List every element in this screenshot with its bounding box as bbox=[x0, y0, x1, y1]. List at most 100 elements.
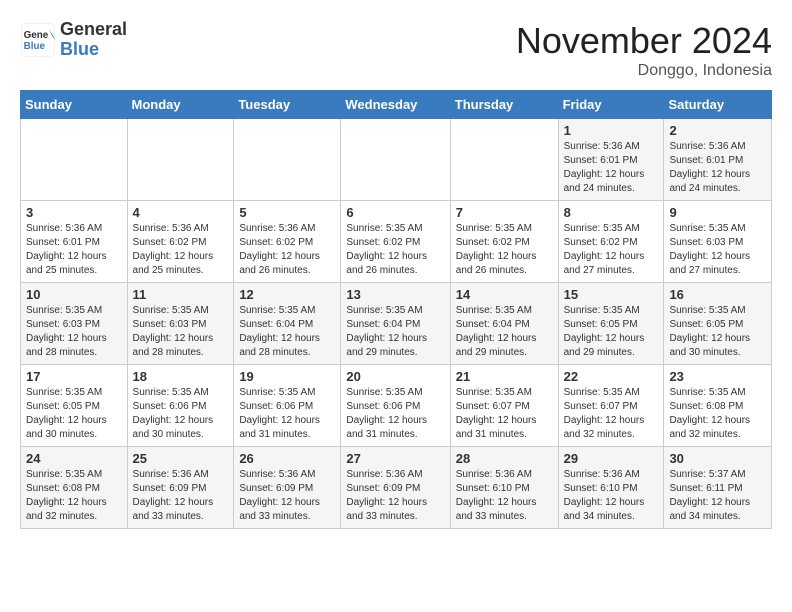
day-number: 6 bbox=[346, 205, 444, 220]
logo: Gene Blue General Blue bbox=[20, 20, 127, 60]
svg-text:Gene: Gene bbox=[24, 30, 49, 41]
calendar-cell: 26 Sunrise: 5:36 AM Sunset: 6:09 PM Dayli… bbox=[234, 447, 341, 529]
day-number: 9 bbox=[669, 205, 766, 220]
col-tuesday: Tuesday bbox=[234, 91, 341, 119]
day-info: Sunrise: 5:36 AM Sunset: 6:10 PM Dayligh… bbox=[564, 468, 659, 524]
day-info: Sunrise: 5:35 AM Sunset: 6:05 PM Dayligh… bbox=[26, 386, 122, 442]
svg-text:Blue: Blue bbox=[24, 41, 46, 52]
calendar-cell: 12 Sunrise: 5:35 AM Sunset: 6:04 PM Dayli… bbox=[234, 283, 341, 365]
day-info: Sunrise: 5:35 AM Sunset: 6:04 PM Dayligh… bbox=[239, 304, 335, 360]
calendar-cell: 4 Sunrise: 5:36 AM Sunset: 6:02 PM Daylig… bbox=[127, 201, 234, 283]
calendar-cell bbox=[450, 119, 558, 201]
weekday-row: Sunday Monday Tuesday Wednesday Thursday… bbox=[21, 91, 772, 119]
calendar-cell: 22 Sunrise: 5:35 AM Sunset: 6:07 PM Dayli… bbox=[558, 365, 664, 447]
col-saturday: Saturday bbox=[664, 91, 772, 119]
day-info: Sunrise: 5:35 AM Sunset: 6:02 PM Dayligh… bbox=[456, 222, 553, 278]
location: Donggo, Indonesia bbox=[516, 62, 772, 80]
calendar-cell bbox=[234, 119, 341, 201]
day-info: Sunrise: 5:35 AM Sunset: 6:08 PM Dayligh… bbox=[669, 386, 766, 442]
calendar-week-3: 10 Sunrise: 5:35 AM Sunset: 6:03 PM Dayli… bbox=[21, 283, 772, 365]
day-info: Sunrise: 5:36 AM Sunset: 6:09 PM Dayligh… bbox=[239, 468, 335, 524]
day-info: Sunrise: 5:35 AM Sunset: 6:03 PM Dayligh… bbox=[133, 304, 229, 360]
calendar-cell bbox=[21, 119, 128, 201]
day-number: 4 bbox=[133, 205, 229, 220]
calendar-cell: 23Sunrise: 5:35 AM Sunset: 6:08 PM Dayli… bbox=[664, 365, 772, 447]
day-info: Sunrise: 5:35 AM Sunset: 6:06 PM Dayligh… bbox=[239, 386, 335, 442]
day-number: 15 bbox=[564, 287, 659, 302]
day-info: Sunrise: 5:35 AM Sunset: 6:06 PM Dayligh… bbox=[346, 386, 444, 442]
day-number: 8 bbox=[564, 205, 659, 220]
day-info: Sunrise: 5:35 AM Sunset: 6:05 PM Dayligh… bbox=[669, 304, 766, 360]
calendar-cell: 18 Sunrise: 5:35 AM Sunset: 6:06 PM Dayli… bbox=[127, 365, 234, 447]
day-number: 11 bbox=[133, 287, 229, 302]
day-number: 21 bbox=[456, 369, 553, 384]
calendar-cell: 29 Sunrise: 5:36 AM Sunset: 6:10 PM Dayli… bbox=[558, 447, 664, 529]
day-number: 18 bbox=[133, 369, 229, 384]
calendar-week-1: 1Sunrise: 5:36 AM Sunset: 6:01 PM Daylig… bbox=[21, 119, 772, 201]
calendar-cell: 17 Sunrise: 5:35 AM Sunset: 6:05 PM Dayli… bbox=[21, 365, 128, 447]
logo-text: General Blue bbox=[60, 20, 127, 60]
day-info: Sunrise: 5:35 AM Sunset: 6:07 PM Dayligh… bbox=[564, 386, 659, 442]
calendar-week-5: 24 Sunrise: 5:35 AM Sunset: 6:08 PM Dayli… bbox=[21, 447, 772, 529]
calendar-header: Sunday Monday Tuesday Wednesday Thursday… bbox=[21, 91, 772, 119]
calendar-cell: 1Sunrise: 5:36 AM Sunset: 6:01 PM Daylig… bbox=[558, 119, 664, 201]
col-friday: Friday bbox=[558, 91, 664, 119]
day-info: Sunrise: 5:35 AM Sunset: 6:02 PM Dayligh… bbox=[564, 222, 659, 278]
calendar-cell: 19 Sunrise: 5:35 AM Sunset: 6:06 PM Dayli… bbox=[234, 365, 341, 447]
logo-blue-text: Blue bbox=[60, 40, 127, 60]
day-info: Sunrise: 5:36 AM Sunset: 6:02 PM Dayligh… bbox=[133, 222, 229, 278]
calendar-cell: 6 Sunrise: 5:35 AM Sunset: 6:02 PM Daylig… bbox=[341, 201, 450, 283]
day-number: 30 bbox=[669, 451, 766, 466]
day-number: 22 bbox=[564, 369, 659, 384]
day-info: Sunrise: 5:37 AM Sunset: 6:11 PM Dayligh… bbox=[669, 468, 766, 524]
day-number: 3 bbox=[26, 205, 122, 220]
calendar-cell: 25Sunrise: 5:36 AM Sunset: 6:09 PM Dayli… bbox=[127, 447, 234, 529]
day-info: Sunrise: 5:36 AM Sunset: 6:09 PM Dayligh… bbox=[346, 468, 444, 524]
day-number: 17 bbox=[26, 369, 122, 384]
day-number: 5 bbox=[239, 205, 335, 220]
col-thursday: Thursday bbox=[450, 91, 558, 119]
day-number: 2 bbox=[669, 123, 766, 138]
day-info: Sunrise: 5:36 AM Sunset: 6:09 PM Dayligh… bbox=[133, 468, 229, 524]
day-number: 7 bbox=[456, 205, 553, 220]
calendar-week-2: 3Sunrise: 5:36 AM Sunset: 6:01 PM Daylig… bbox=[21, 201, 772, 283]
day-number: 14 bbox=[456, 287, 553, 302]
calendar-cell: 11 Sunrise: 5:35 AM Sunset: 6:03 PM Dayli… bbox=[127, 283, 234, 365]
logo-icon: Gene Blue bbox=[20, 22, 56, 58]
col-sunday: Sunday bbox=[21, 91, 128, 119]
calendar-cell: 7 Sunrise: 5:35 AM Sunset: 6:02 PM Daylig… bbox=[450, 201, 558, 283]
calendar-cell: 9 Sunrise: 5:35 AM Sunset: 6:03 PM Daylig… bbox=[664, 201, 772, 283]
calendar: Sunday Monday Tuesday Wednesday Thursday… bbox=[20, 90, 772, 529]
day-info: Sunrise: 5:35 AM Sunset: 6:07 PM Dayligh… bbox=[456, 386, 553, 442]
calendar-cell: 14Sunrise: 5:35 AM Sunset: 6:04 PM Dayli… bbox=[450, 283, 558, 365]
day-info: Sunrise: 5:35 AM Sunset: 6:06 PM Dayligh… bbox=[133, 386, 229, 442]
day-number: 29 bbox=[564, 451, 659, 466]
day-info: Sunrise: 5:35 AM Sunset: 6:02 PM Dayligh… bbox=[346, 222, 444, 278]
calendar-cell: 3Sunrise: 5:36 AM Sunset: 6:01 PM Daylig… bbox=[21, 201, 128, 283]
calendar-cell: 15Sunrise: 5:35 AM Sunset: 6:05 PM Dayli… bbox=[558, 283, 664, 365]
day-info: Sunrise: 5:35 AM Sunset: 6:03 PM Dayligh… bbox=[669, 222, 766, 278]
logo-general-text: General bbox=[60, 20, 127, 40]
day-number: 27 bbox=[346, 451, 444, 466]
header: Gene Blue General Blue November 2024 Don… bbox=[20, 20, 772, 80]
day-number: 24 bbox=[26, 451, 122, 466]
calendar-cell: 30 Sunrise: 5:37 AM Sunset: 6:11 PM Dayli… bbox=[664, 447, 772, 529]
calendar-cell: 10Sunrise: 5:35 AM Sunset: 6:03 PM Dayli… bbox=[21, 283, 128, 365]
day-number: 12 bbox=[239, 287, 335, 302]
day-info: Sunrise: 5:36 AM Sunset: 6:10 PM Dayligh… bbox=[456, 468, 553, 524]
day-info: Sunrise: 5:36 AM Sunset: 6:01 PM Dayligh… bbox=[669, 140, 766, 196]
day-number: 13 bbox=[346, 287, 444, 302]
page: Gene Blue General Blue November 2024 Don… bbox=[0, 0, 792, 549]
day-number: 10 bbox=[26, 287, 122, 302]
calendar-cell: 28Sunrise: 5:36 AM Sunset: 6:10 PM Dayli… bbox=[450, 447, 558, 529]
day-number: 26 bbox=[239, 451, 335, 466]
calendar-cell: 16Sunrise: 5:35 AM Sunset: 6:05 PM Dayli… bbox=[664, 283, 772, 365]
calendar-body: 1Sunrise: 5:36 AM Sunset: 6:01 PM Daylig… bbox=[21, 119, 772, 529]
calendar-cell bbox=[127, 119, 234, 201]
calendar-cell: 2 Sunrise: 5:36 AM Sunset: 6:01 PM Daylig… bbox=[664, 119, 772, 201]
calendar-cell: 20Sunrise: 5:35 AM Sunset: 6:06 PM Dayli… bbox=[341, 365, 450, 447]
day-number: 19 bbox=[239, 369, 335, 384]
day-info: Sunrise: 5:35 AM Sunset: 6:08 PM Dayligh… bbox=[26, 468, 122, 524]
day-info: Sunrise: 5:36 AM Sunset: 6:02 PM Dayligh… bbox=[239, 222, 335, 278]
calendar-week-4: 17 Sunrise: 5:35 AM Sunset: 6:05 PM Dayli… bbox=[21, 365, 772, 447]
